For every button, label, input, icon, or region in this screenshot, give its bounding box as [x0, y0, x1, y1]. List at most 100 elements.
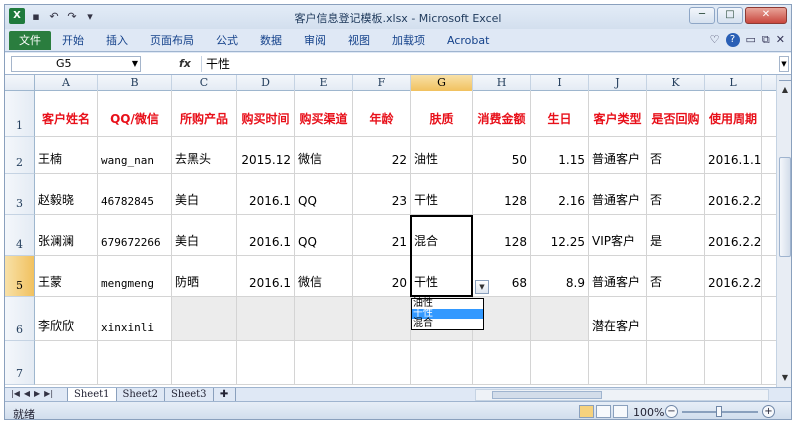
dropdown-option[interactable]: 混合: [412, 319, 483, 329]
cell-l7[interactable]: [705, 341, 762, 384]
cell-h2[interactable]: 50: [473, 137, 531, 173]
cell-k5[interactable]: 否: [647, 256, 705, 296]
zoom-in-icon[interactable]: +: [762, 405, 775, 418]
first-sheet-icon[interactable]: |◀: [11, 389, 20, 398]
cell-i2[interactable]: 1.15: [531, 137, 589, 173]
cell-d6[interactable]: [237, 297, 295, 340]
column-header-i[interactable]: I: [531, 75, 589, 91]
column-header-f[interactable]: F: [353, 75, 411, 91]
tab-home[interactable]: 开始: [51, 31, 95, 50]
cell-a6[interactable]: 李欣欣: [35, 297, 98, 340]
cell-e5[interactable]: 微信: [295, 256, 353, 296]
split-handle[interactable]: [779, 75, 791, 81]
sheet-tab-sheet1[interactable]: Sheet1: [67, 388, 117, 401]
zoom-out-icon[interactable]: −: [665, 405, 678, 418]
name-box-dropdown-icon[interactable]: ▼: [129, 56, 141, 72]
next-sheet-icon[interactable]: ▶: [34, 389, 40, 398]
cell-e4[interactable]: QQ: [295, 215, 353, 255]
column-header-l[interactable]: L: [705, 75, 762, 91]
cell-l1[interactable]: 使用周期: [705, 91, 762, 136]
workbook-restore-icon[interactable]: ⧉: [762, 33, 770, 47]
cell-b4[interactable]: 679672266: [98, 215, 172, 255]
cell-g7[interactable]: [411, 341, 473, 384]
close-button[interactable]: ✕: [745, 7, 787, 24]
cell-j3[interactable]: 普通客户: [589, 174, 647, 214]
cell-g4[interactable]: 混合: [411, 215, 473, 255]
cell-f4[interactable]: 21: [353, 215, 411, 255]
tab-insert[interactable]: 插入: [95, 31, 139, 50]
horizontal-scrollbar[interactable]: [475, 389, 769, 401]
cell-i7[interactable]: [531, 341, 589, 384]
cell-b5[interactable]: mengmeng: [98, 256, 172, 296]
zoom-slider-knob[interactable]: [716, 406, 722, 417]
column-header-d[interactable]: D: [237, 75, 295, 91]
cell-g3[interactable]: 干性: [411, 174, 473, 214]
tab-file[interactable]: 文件: [9, 31, 51, 50]
scroll-down-icon[interactable]: ▼: [778, 371, 791, 385]
cell-f2[interactable]: 22: [353, 137, 411, 173]
page-layout-view-icon[interactable]: [596, 405, 611, 418]
column-header-g[interactable]: G: [411, 75, 473, 91]
cell-b2[interactable]: wang_nan: [98, 137, 172, 173]
cell-c3[interactable]: 美白: [172, 174, 237, 214]
cell-k6[interactable]: [647, 297, 705, 340]
cell-a4[interactable]: 张澜澜: [35, 215, 98, 255]
column-header-e[interactable]: E: [295, 75, 353, 91]
cell-c4[interactable]: 美白: [172, 215, 237, 255]
workbook-minimize-icon[interactable]: ▭: [746, 33, 756, 47]
cell-k4[interactable]: 是: [647, 215, 705, 255]
cell-h4[interactable]: 128: [473, 215, 531, 255]
spreadsheet-grid[interactable]: ABCDEFGHIJKL 1 客户姓名 QQ/微信 所购产品 购买时间 购买渠道 年龄 肤质消…: [5, 75, 776, 387]
cell-f6[interactable]: [353, 297, 411, 340]
cell-j7[interactable]: [589, 341, 647, 384]
cell-k2[interactable]: 否: [647, 137, 705, 173]
insert-sheet-icon[interactable]: ✚: [214, 388, 236, 401]
cell-b6[interactable]: xinxinli: [98, 297, 172, 340]
cell-l3[interactable]: 2016.2.20: [705, 174, 762, 214]
cell-d3[interactable]: 2016.1: [237, 174, 295, 214]
row-header-2[interactable]: 2: [5, 137, 35, 174]
column-header-b[interactable]: B: [98, 75, 172, 91]
cell-j6[interactable]: 潜在客户: [589, 297, 647, 340]
cell-h1[interactable]: 消费金额: [473, 91, 531, 136]
cell-i1[interactable]: 生日: [531, 91, 589, 136]
tab-acrobat[interactable]: Acrobat: [436, 31, 500, 50]
cell-e6[interactable]: [295, 297, 353, 340]
cell-k7[interactable]: [647, 341, 705, 384]
last-sheet-icon[interactable]: ▶|: [44, 389, 53, 398]
row-header-3[interactable]: 3: [5, 174, 35, 215]
cell-a7[interactable]: [35, 341, 98, 384]
name-box[interactable]: G5: [11, 56, 141, 72]
column-header-j[interactable]: J: [589, 75, 647, 91]
column-header-a[interactable]: A: [35, 75, 98, 91]
row-header-7[interactable]: 7: [5, 341, 35, 385]
row-header-1[interactable]: 1: [5, 91, 35, 137]
cell-l5[interactable]: 2016.2.20: [705, 256, 762, 296]
insert-function-icon[interactable]: fx: [179, 57, 191, 70]
column-header-h[interactable]: H: [473, 75, 531, 91]
cell-i4[interactable]: 12.25: [531, 215, 589, 255]
cell-i6[interactable]: [531, 297, 589, 340]
normal-view-icon[interactable]: [579, 405, 594, 418]
zoom-level[interactable]: 100%: [633, 406, 664, 419]
cell-f3[interactable]: 23: [353, 174, 411, 214]
tab-page-layout[interactable]: 页面布局: [139, 31, 205, 50]
cell-e7[interactable]: [295, 341, 353, 384]
cell-j1[interactable]: 客户类型: [589, 91, 647, 136]
minimize-button[interactable]: ─: [689, 7, 715, 24]
cell-b3[interactable]: 46782845: [98, 174, 172, 214]
cell-c2[interactable]: 去黑头: [172, 137, 237, 173]
cell-a1[interactable]: 客户姓名: [35, 91, 98, 136]
cell-d4[interactable]: 2016.1: [237, 215, 295, 255]
ribbon-collapse-icon[interactable]: ♡: [710, 33, 720, 47]
workbook-close-icon[interactable]: ✕: [776, 33, 785, 47]
cell-c1[interactable]: 所购产品: [172, 91, 237, 136]
cell-k3[interactable]: 否: [647, 174, 705, 214]
cell-j4[interactable]: VIP客户: [589, 215, 647, 255]
cell-e3[interactable]: QQ: [295, 174, 353, 214]
cell-a5[interactable]: 王蒙: [35, 256, 98, 296]
cell-f1[interactable]: 年龄: [353, 91, 411, 136]
cell-i3[interactable]: 2.16: [531, 174, 589, 214]
cell-b7[interactable]: [98, 341, 172, 384]
vertical-scroll-thumb[interactable]: [779, 157, 791, 257]
